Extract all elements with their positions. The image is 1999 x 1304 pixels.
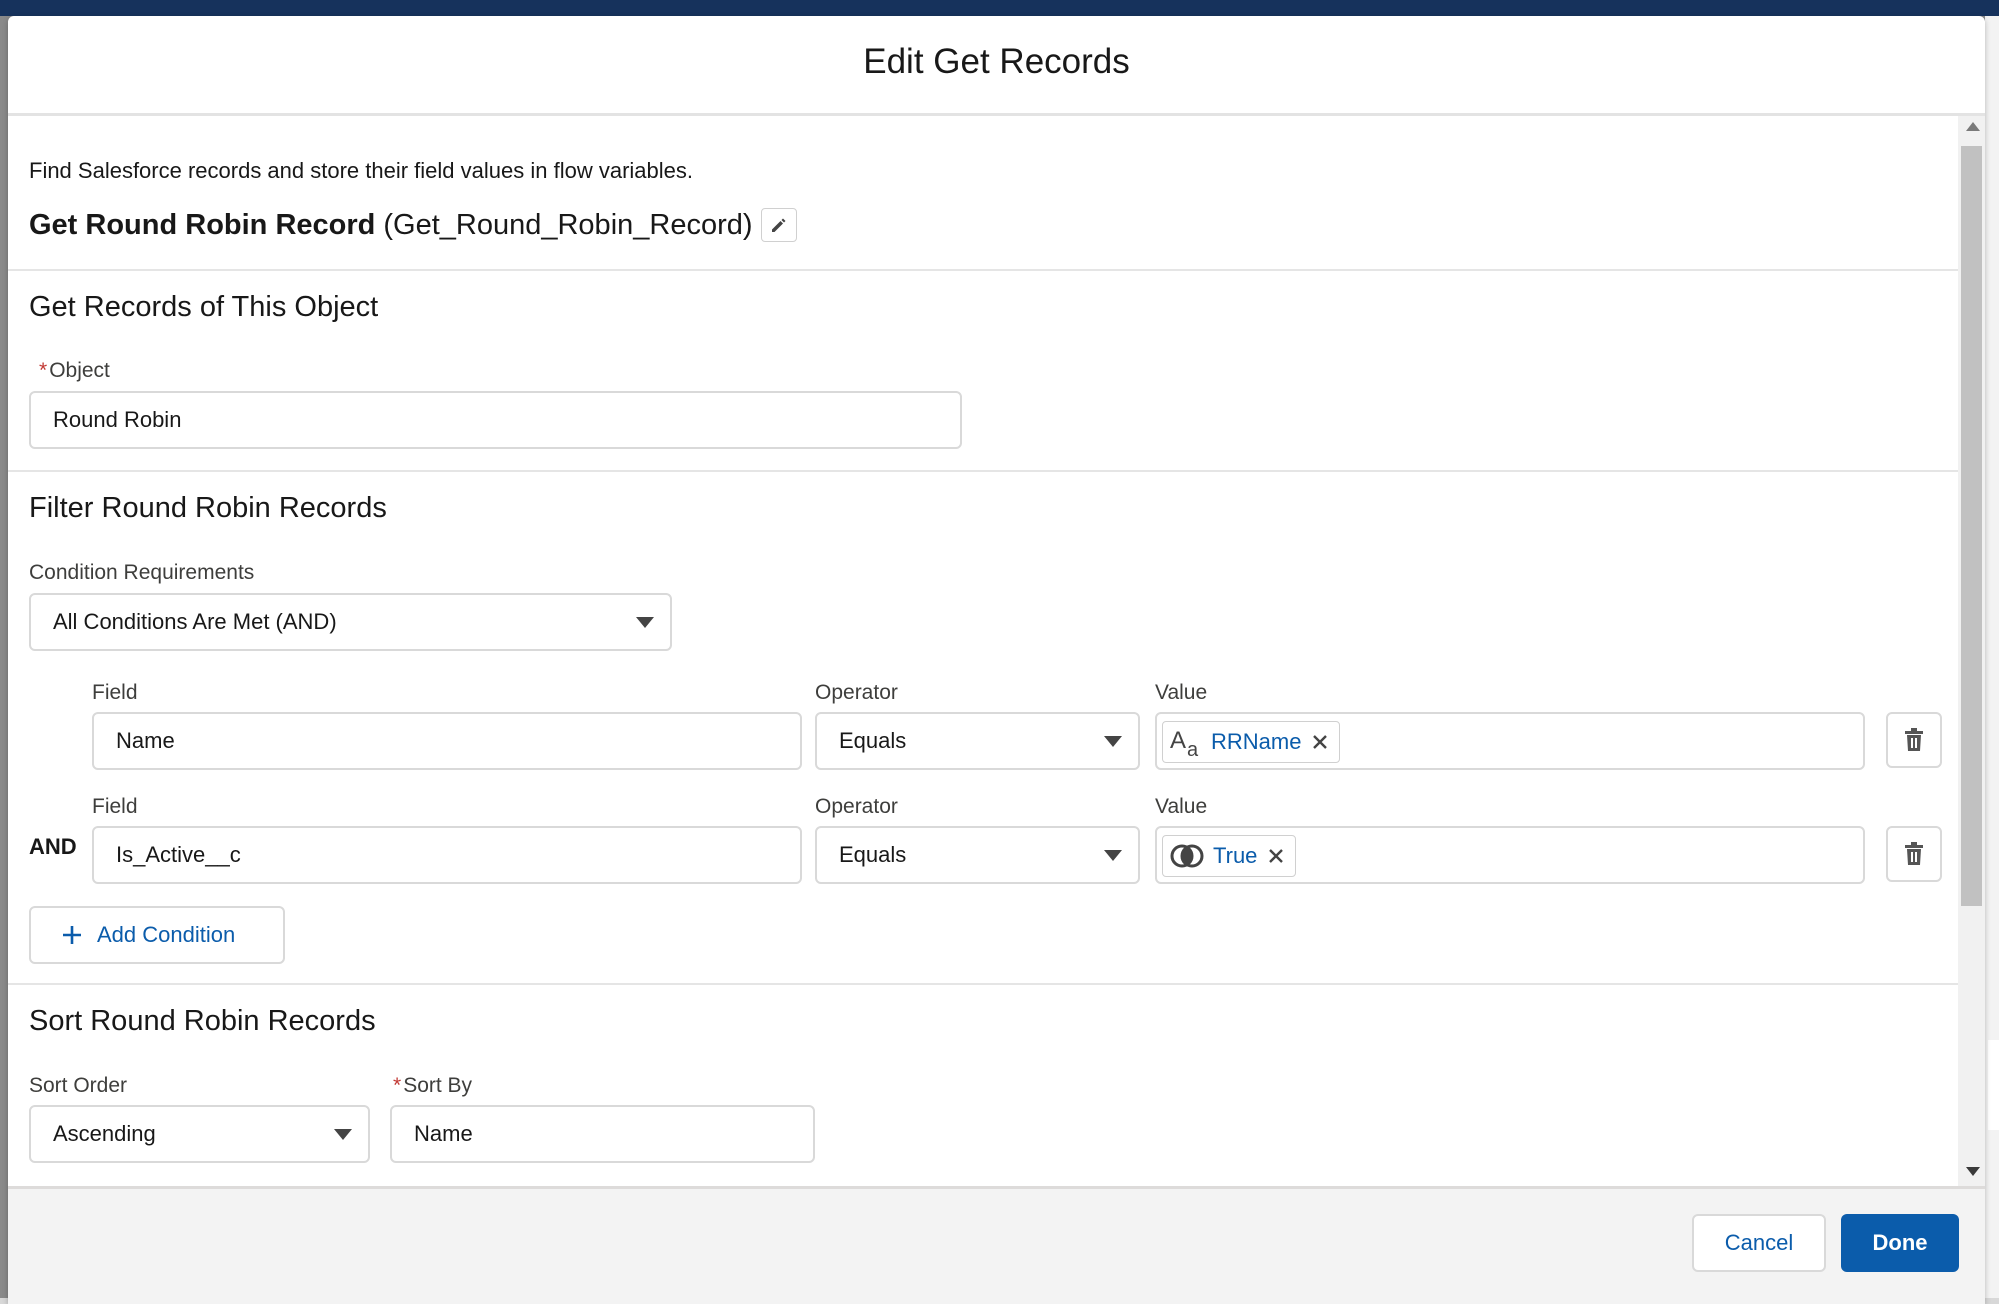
plus-icon (63, 926, 81, 944)
scroll-up-arrow-icon[interactable] (1966, 122, 1980, 131)
modal-header: Edit Get Records (8, 16, 1985, 116)
sort-section-title: Sort Round Robin Records (29, 1005, 376, 1037)
required-asterisk: * (39, 359, 48, 382)
section-divider (8, 269, 1958, 271)
section-divider (8, 470, 1958, 472)
pencil-icon (771, 218, 786, 232)
object-input[interactable]: Round Robin (29, 391, 962, 449)
sort-order-select[interactable]: Ascending (29, 1105, 370, 1163)
boolean-toggle-icon (1170, 844, 1204, 868)
filter-section-title: Filter Round Robin Records (29, 492, 387, 524)
svg-text:a: a (1187, 739, 1199, 758)
modal-footer: Cancel Done (8, 1186, 1985, 1304)
object-value: Round Robin (53, 407, 182, 432)
condition-field-input[interactable]: Name (92, 712, 802, 770)
edit-get-records-modal: Edit Get Records Find Salesforce records… (8, 16, 1985, 1304)
section-divider (8, 983, 1958, 985)
condition-requirements-value: All Conditions Are Met (AND) (53, 609, 337, 634)
value-pill[interactable]: True (1162, 835, 1297, 877)
background-panel-strip (1988, 1040, 1999, 1130)
modal-scrollbar[interactable] (1958, 116, 1985, 1186)
field-label: Field (92, 795, 138, 818)
object-section-title: Get Records of This Object (29, 291, 379, 323)
chevron-down-icon (334, 1129, 352, 1140)
sort-by-input[interactable]: Name (390, 1105, 815, 1163)
chevron-down-icon (1104, 850, 1122, 861)
required-asterisk: * (393, 1074, 402, 1097)
condition-operator-select[interactable]: Equals (815, 826, 1140, 884)
app-top-bar (0, 0, 1999, 16)
modal-description: Find Salesforce records and store their … (29, 158, 693, 183)
delete-condition-button[interactable] (1886, 826, 1942, 882)
operator-label: Operator (815, 795, 898, 818)
trash-icon (1905, 842, 1923, 865)
value-pill-label: True (1213, 843, 1258, 868)
cancel-button[interactable]: Cancel (1692, 1214, 1826, 1272)
remove-pill-icon[interactable] (1311, 733, 1329, 751)
sort-by-label: *Sort By (393, 1074, 473, 1097)
value-pill[interactable]: A a RRName (1162, 721, 1341, 763)
value-label: Value (1155, 681, 1208, 704)
scrollbar-thumb[interactable] (1961, 146, 1982, 906)
value-pill-label: RRName (1211, 729, 1302, 754)
condition-operator-value: Equals (839, 842, 907, 867)
condition-requirements-select[interactable]: All Conditions Are Met (AND) (29, 593, 672, 651)
add-condition-button[interactable]: Add Condition (29, 906, 285, 964)
trash-icon (1905, 728, 1923, 751)
element-name-row: Get Round Robin Record (Get_Round_Robin_… (29, 208, 797, 242)
value-label: Value (1155, 795, 1208, 818)
element-api-name: (Get_Round_Robin_Record) (383, 208, 753, 241)
condition-operator-select[interactable]: Equals (815, 712, 1140, 770)
chevron-down-icon (636, 617, 654, 628)
edit-element-name-button[interactable] (760, 208, 797, 242)
condition-logic-and: AND (29, 834, 77, 859)
delete-condition-button[interactable] (1886, 712, 1942, 768)
sort-by-value: Name (414, 1121, 473, 1146)
modal-body: Find Salesforce records and store their … (8, 116, 1958, 1186)
chevron-down-icon (1104, 736, 1122, 747)
sort-order-value: Ascending (53, 1121, 156, 1146)
condition-requirements-label: Condition Requirements (29, 561, 255, 584)
condition-field-value: Name (116, 728, 175, 753)
object-label: *Object (39, 359, 110, 382)
element-label: Get Round Robin Record (29, 208, 376, 241)
modal-title: Edit Get Records (863, 42, 1130, 81)
field-label: Field (92, 681, 138, 704)
condition-value-input[interactable]: True (1155, 826, 1865, 884)
done-button[interactable]: Done (1841, 1214, 1959, 1272)
condition-value-input[interactable]: A a RRName (1155, 712, 1865, 770)
svg-text:A: A (1170, 727, 1186, 754)
condition-field-value: Is_Active__c (116, 842, 241, 867)
remove-pill-icon[interactable] (1267, 847, 1285, 865)
condition-operator-value: Equals (839, 728, 907, 753)
scroll-down-arrow-icon[interactable] (1966, 1167, 1980, 1176)
operator-label: Operator (815, 681, 898, 704)
add-condition-label: Add Condition (97, 922, 236, 947)
text-type-icon: A a (1170, 727, 1199, 758)
condition-field-input[interactable]: Is_Active__c (92, 826, 802, 884)
sort-order-label: Sort Order (29, 1074, 128, 1097)
